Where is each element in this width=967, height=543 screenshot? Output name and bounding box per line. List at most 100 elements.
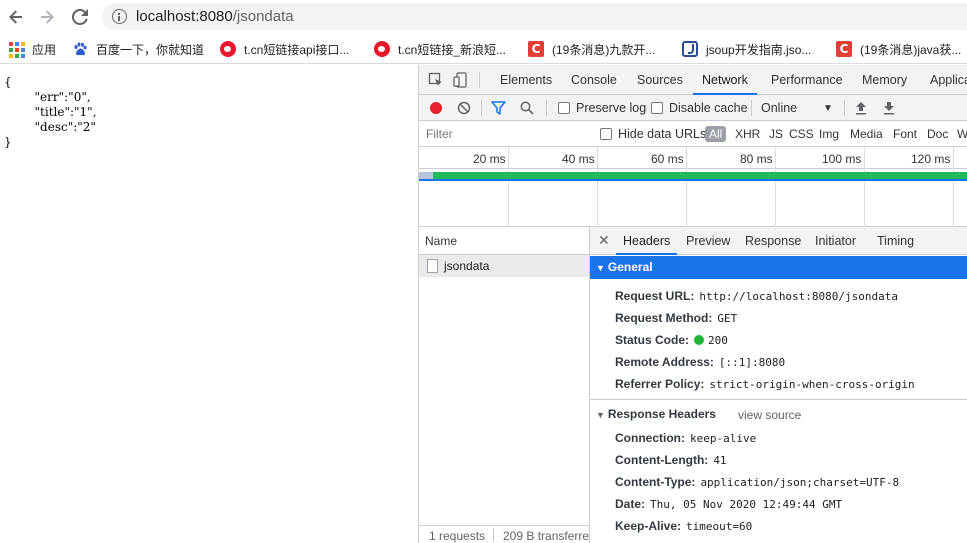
network-overview-timeline[interactable]: 20 ms 40 ms 60 ms 80 ms 100 ms 120 ms: [419, 147, 967, 227]
request-row[interactable]: jsondata: [419, 255, 589, 277]
address-bar[interactable]: localhost:8080/jsondata: [102, 3, 967, 30]
tab-network[interactable]: Network: [693, 65, 757, 95]
bookmark-tcn-api[interactable]: t.cn短链接api接口...: [220, 40, 349, 58]
bookmark-baidu[interactable]: 百度一下，你就知道: [72, 40, 204, 58]
tab-application[interactable]: Applica: [930, 65, 967, 95]
tab-performance[interactable]: Performance: [771, 65, 843, 95]
timeline-tick: 120 ms: [911, 152, 951, 166]
filter-type-media[interactable]: Media: [850, 126, 883, 142]
general-section-header[interactable]: ▼ General: [590, 256, 967, 279]
referrer-policy-row: Referrer Policy: strict-origin-when-cross…: [615, 377, 915, 391]
preserve-log-checkbox[interactable]: [558, 102, 570, 114]
timeline-dom-content-line: [419, 179, 967, 181]
search-button[interactable]: [520, 100, 534, 116]
timeline-waiting-bar: [419, 172, 433, 179]
document-icon: [427, 259, 438, 273]
tab-headers[interactable]: Headers: [616, 227, 678, 255]
tab-response[interactable]: Response: [745, 227, 801, 255]
filter-input[interactable]: [423, 124, 587, 144]
bookmark-apps[interactable]: 应用: [8, 40, 56, 58]
bookmark-jsoup[interactable]: jsoup开发指南.jso...: [682, 40, 811, 58]
throttling-select[interactable]: Online ▼: [761, 100, 835, 116]
back-arrow-icon: [9, 10, 22, 24]
timeline-gridline: [864, 147, 865, 227]
url-text[interactable]: localhost:8080/jsondata: [136, 8, 294, 25]
triangle-down-icon: ▼: [596, 410, 605, 420]
filter-toggle-button[interactable]: [491, 100, 506, 116]
clear-icon: [457, 101, 471, 115]
tab-preview[interactable]: Preview: [686, 227, 730, 255]
filter-type-img[interactable]: Img: [819, 126, 839, 142]
filter-type-js[interactable]: JS: [769, 126, 783, 142]
close-icon[interactable]: ✕: [598, 232, 610, 249]
hide-data-urls-checkbox[interactable]: [600, 128, 612, 140]
tab-timing[interactable]: Timing: [877, 227, 914, 255]
timeline-gridline: [686, 147, 687, 227]
response-headers-section-header[interactable]: ▼ Response Headers: [596, 407, 716, 421]
timeline-download-bar: [433, 172, 967, 179]
tab-sources[interactable]: Sources: [637, 65, 683, 95]
tab-memory[interactable]: Memory: [862, 65, 907, 95]
preserve-log-toggle[interactable]: Preserve log: [558, 100, 646, 116]
filter-type-ws[interactable]: W: [957, 126, 967, 142]
tab-initiator[interactable]: Initiator: [815, 227, 856, 255]
timeline-gridline: [508, 147, 509, 227]
timeline-tick: 20 ms: [473, 152, 506, 166]
request-list: Name jsondata 1 requests 209 B transferr…: [419, 227, 590, 543]
filter-type-css[interactable]: CSS: [789, 126, 814, 142]
timeline-gridline: [597, 147, 598, 227]
import-har-button[interactable]: [854, 100, 868, 116]
devtools-tab-bar: Elements Console Sources Network Perform…: [419, 65, 967, 95]
filter-type-xhr[interactable]: XHR: [735, 126, 760, 142]
weibo-icon: [220, 41, 236, 57]
request-url-row: Request URL: http://localhost:8080/jsonda…: [615, 289, 899, 303]
weibo-icon: [374, 41, 390, 57]
triangle-down-icon: ▼: [596, 263, 605, 273]
tab-console[interactable]: Console: [571, 65, 617, 95]
back-button[interactable]: [5, 6, 27, 28]
csdn-icon: C: [528, 41, 544, 57]
download-icon: [884, 102, 894, 115]
search-icon: [520, 101, 534, 115]
disable-cache-toggle[interactable]: Disable cache: [651, 100, 748, 116]
timeline-tick: 80 ms: [740, 152, 773, 166]
reload-button[interactable]: [69, 6, 91, 28]
inspect-element-icon[interactable]: [428, 72, 444, 88]
timeline-tick: 40 ms: [562, 152, 595, 166]
header-keep-alive-row: Keep-Alive: timeout=60: [615, 519, 753, 533]
request-detail-panel: ✕ Headers Preview Response Initiator Tim…: [590, 227, 967, 543]
filter-type-doc[interactable]: Doc: [927, 126, 948, 142]
info-icon[interactable]: [112, 9, 127, 24]
header-content-type-row: Content-Type: application/json;charset=UT…: [615, 475, 900, 489]
apps-icon: [8, 41, 25, 58]
header-content-length-row: Content-Length: 41: [615, 453, 727, 467]
record-button[interactable]: [429, 100, 443, 116]
bookmark-tcn-sina[interactable]: t.cn短链接_新浪短...: [374, 40, 506, 58]
device-toolbar-icon[interactable]: [453, 72, 469, 88]
jsoup-icon: [682, 41, 698, 57]
bookmark-csdn-1[interactable]: C (19条消息)九款开...: [528, 40, 655, 58]
disable-cache-checkbox[interactable]: [651, 102, 663, 114]
tab-elements[interactable]: Elements: [500, 65, 552, 95]
timeline-tick: 60 ms: [651, 152, 684, 166]
name-column-header[interactable]: Name: [419, 227, 589, 255]
timeline-gridline: [953, 147, 954, 227]
chevron-down-icon: ▼: [823, 102, 833, 114]
export-har-button[interactable]: [882, 100, 896, 116]
bookmark-csdn-2[interactable]: C (19条消息)java获...: [836, 40, 961, 58]
transferred-size: 209 B transferre: [503, 529, 589, 543]
upload-icon: [856, 102, 866, 115]
filter-type-all[interactable]: All: [705, 126, 727, 142]
header-connection-row: Connection: keep-alive: [615, 431, 757, 445]
view-source-link[interactable]: view source: [738, 408, 801, 422]
json-response-text: { "err":"0", "title":"1", "desc":"2" }: [4, 75, 97, 149]
request-method-row: Request Method: GET: [615, 311, 738, 325]
toolbar-separator: [546, 100, 547, 116]
clear-button[interactable]: [457, 100, 471, 116]
status-ok-icon: [694, 335, 705, 345]
hide-data-urls-toggle[interactable]: Hide data URLs: [600, 126, 706, 142]
remote-address-row: Remote Address: [::1]:8080: [615, 355, 786, 369]
forward-button[interactable]: [36, 6, 58, 28]
filter-type-font[interactable]: Font: [893, 126, 917, 142]
forward-arrow-icon: [41, 10, 54, 24]
